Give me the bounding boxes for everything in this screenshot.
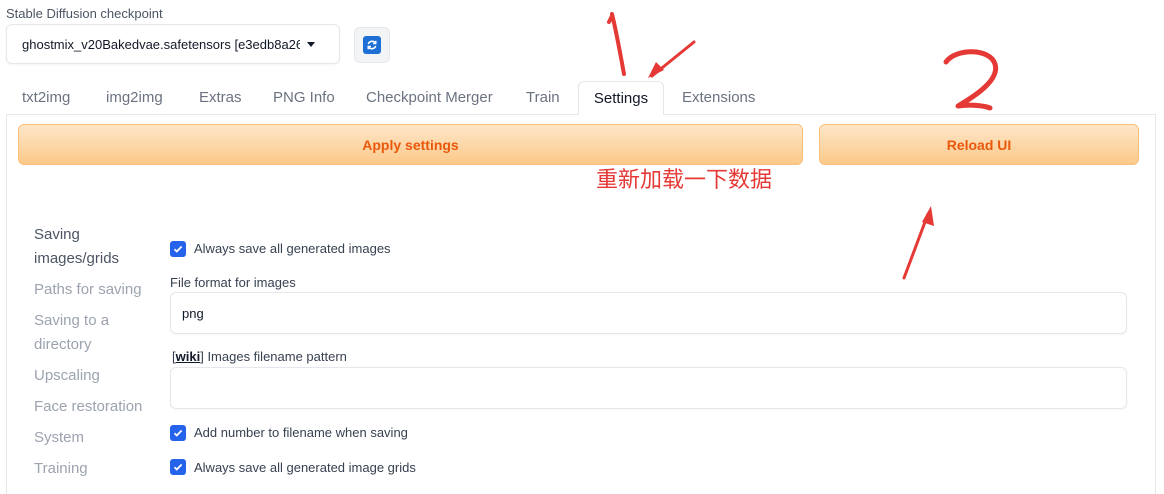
annotation-marker-2 xyxy=(943,49,999,111)
add-number-checkbox[interactable] xyxy=(170,425,186,441)
annotation-marker-1 xyxy=(607,12,626,76)
refresh-icon xyxy=(363,36,381,54)
tab-settings[interactable]: Settings xyxy=(578,81,664,115)
check-icon xyxy=(173,463,183,471)
file-format-label: File format for images xyxy=(170,275,296,290)
file-format-value: png xyxy=(182,306,204,321)
settings-nav-paths-for-saving[interactable]: Paths for saving xyxy=(34,278,142,302)
tab-extensions[interactable]: Extensions xyxy=(682,82,755,114)
settings-nav-system[interactable]: System xyxy=(34,426,84,450)
refresh-checkpoint-button[interactable] xyxy=(354,27,390,63)
wiki-link[interactable]: wiki xyxy=(176,349,201,364)
checkpoint-dropdown[interactable]: ghostmix_v20Bakedvae.safetensors [e3edb8… xyxy=(6,24,340,64)
apply-settings-button[interactable]: Apply settings xyxy=(18,124,803,165)
always-save-images-checkbox[interactable] xyxy=(170,241,186,257)
file-format-input[interactable]: png xyxy=(170,292,1127,334)
settings-nav-face-restoration[interactable]: Face restoration xyxy=(34,395,142,419)
tab-checkpoint-merger[interactable]: Checkpoint Merger xyxy=(366,82,493,114)
filename-pattern-label: [wiki] Images filename pattern xyxy=(172,349,347,364)
chevron-down-icon xyxy=(307,42,315,47)
always-save-grids-label: Always save all generated image grids xyxy=(194,460,416,475)
tab-extras[interactable]: Extras xyxy=(199,82,242,114)
check-icon xyxy=(173,429,183,437)
reload-ui-button[interactable]: Reload UI xyxy=(819,124,1139,165)
annotation-note: 重新加载一下数据 xyxy=(596,167,773,192)
always-save-grids-checkbox[interactable] xyxy=(170,459,186,475)
add-number-label: Add number to filename when saving xyxy=(194,425,408,440)
tab-png-info[interactable]: PNG Info xyxy=(273,82,335,114)
settings-nav-upscaling[interactable]: Upscaling xyxy=(34,364,100,388)
tab-img2img[interactable]: img2img xyxy=(106,82,163,114)
filename-pattern-label-text: Images filename pattern xyxy=(203,349,347,364)
settings-nav-training[interactable]: Training xyxy=(34,457,88,481)
checkpoint-value: ghostmix_v20Bakedvae.safetensors [e3edb8… xyxy=(22,37,300,52)
annotation-arrow-1-icon xyxy=(648,40,696,78)
check-icon xyxy=(173,245,183,253)
tab-txt2img[interactable]: txt2img xyxy=(22,82,70,114)
checkpoint-label: Stable Diffusion checkpoint xyxy=(6,6,163,21)
settings-nav-saving-images-grids[interactable]: Saving images/grids xyxy=(34,223,144,271)
settings-nav-saving-to-directory[interactable]: Saving to a directory xyxy=(34,309,144,357)
always-save-images-label: Always save all generated images xyxy=(194,241,391,256)
tab-train[interactable]: Train xyxy=(526,82,560,114)
filename-pattern-input[interactable] xyxy=(170,367,1127,409)
